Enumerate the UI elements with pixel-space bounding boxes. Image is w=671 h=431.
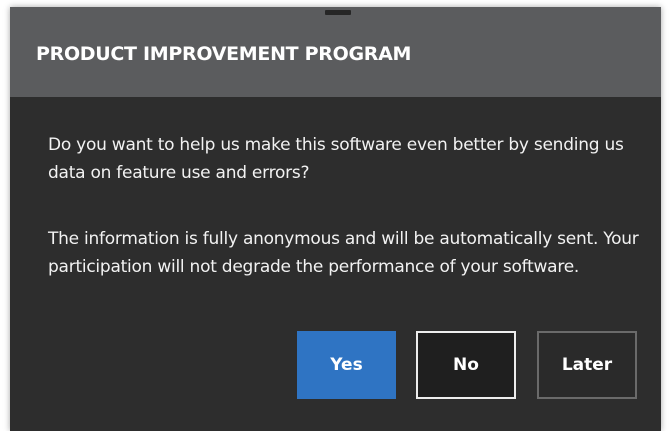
- question-text: Do you want to help us make this softwar…: [48, 135, 624, 183]
- yes-button[interactable]: Yes: [297, 331, 396, 399]
- no-button[interactable]: No: [416, 331, 516, 399]
- dialog-header[interactable]: PRODUCT IMPROVEMENT PROGRAM: [10, 7, 661, 97]
- dialog-title: PRODUCT IMPROVEMENT PROGRAM: [36, 43, 412, 65]
- later-button[interactable]: Later: [537, 331, 637, 399]
- product-improvement-dialog: PRODUCT IMPROVEMENT PROGRAM Do you want …: [10, 7, 661, 431]
- screen: PRODUCT IMPROVEMENT PROGRAM Do you want …: [0, 0, 671, 431]
- info-text: The information is fully anonymous and w…: [48, 229, 639, 277]
- drag-handle-icon[interactable]: [325, 10, 351, 15]
